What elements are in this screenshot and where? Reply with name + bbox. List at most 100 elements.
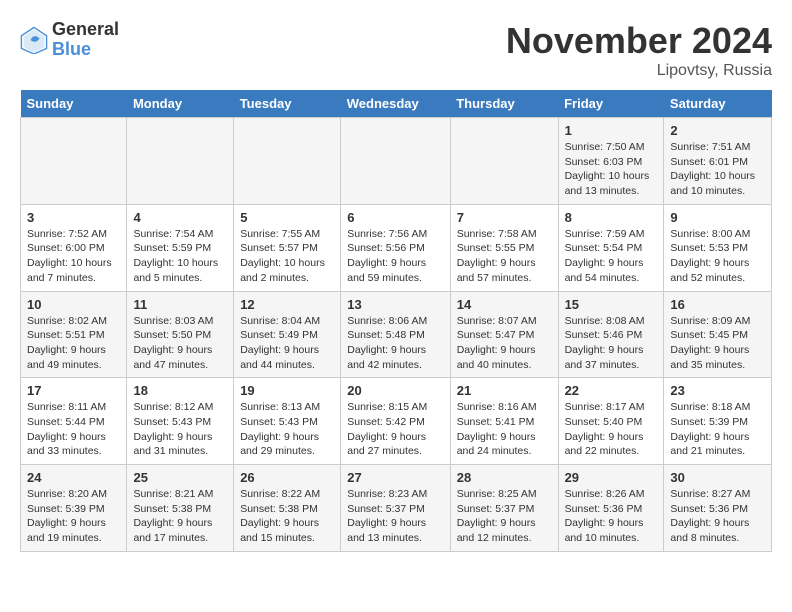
- day-info: Sunrise: 8:23 AMSunset: 5:37 PMDaylight:…: [347, 487, 443, 546]
- calendar-cell: 17 Sunrise: 8:11 AMSunset: 5:44 PMDayligh…: [21, 378, 127, 465]
- header-tuesday: Tuesday: [234, 90, 341, 118]
- calendar-cell: 16Sunrise: 8:09 AMSunset: 5:45 PMDayligh…: [664, 291, 772, 378]
- day-info: Sunrise: 8:21 AMSunset: 5:38 PMDaylight:…: [133, 487, 227, 546]
- calendar-cell: [450, 118, 558, 205]
- day-info: Sunrise: 8:22 AMSunset: 5:38 PMDaylight:…: [240, 487, 334, 546]
- day-info: Sunrise: 8:04 AMSunset: 5:49 PMDaylight:…: [240, 314, 334, 373]
- header-sunday: Sunday: [21, 90, 127, 118]
- calendar-cell: 11 Sunrise: 8:03 AMSunset: 5:50 PMDayligh…: [127, 291, 234, 378]
- day-info: Sunrise: 7:50 AMSunset: 6:03 PMDaylight:…: [565, 140, 658, 199]
- day-info: Sunrise: 7:55 AMSunset: 5:57 PMDaylight:…: [240, 227, 334, 286]
- calendar-cell: 19Sunrise: 8:13 AMSunset: 5:43 PMDayligh…: [234, 378, 341, 465]
- day-info: Sunrise: 7:59 AMSunset: 5:54 PMDaylight:…: [565, 227, 658, 286]
- week-row-1: 1Sunrise: 7:50 AMSunset: 6:03 PMDaylight…: [21, 118, 772, 205]
- day-info: Sunrise: 8:26 AMSunset: 5:36 PMDaylight:…: [565, 487, 658, 546]
- logo-text: General Blue: [52, 20, 119, 60]
- day-number: 28: [457, 470, 552, 485]
- day-info: Sunrise: 7:52 AMSunset: 6:00 PMDaylight:…: [27, 227, 120, 286]
- day-number: 23: [670, 383, 765, 398]
- calendar-header-row: SundayMondayTuesdayWednesdayThursdayFrid…: [21, 90, 772, 118]
- day-number: 30: [670, 470, 765, 485]
- title-block: November 2024 Lipovtsy, Russia: [506, 20, 772, 80]
- calendar-cell: 23 Sunrise: 8:18 AMSunset: 5:39 PMDayligh…: [664, 378, 772, 465]
- header-saturday: Saturday: [664, 90, 772, 118]
- calendar-cell: 21 Sunrise: 8:16 AMSunset: 5:41 PMDayligh…: [450, 378, 558, 465]
- calendar-cell: 30Sunrise: 8:27 AMSunset: 5:36 PMDayligh…: [664, 465, 772, 552]
- day-number: 20: [347, 383, 443, 398]
- day-info: Sunrise: 7:51 AMSunset: 6:01 PMDaylight:…: [670, 140, 765, 199]
- day-number: 8: [565, 210, 658, 225]
- day-info: Sunrise: 7:54 AMSunset: 5:59 PMDaylight:…: [133, 227, 227, 286]
- logo-line1: General: [52, 20, 119, 40]
- week-row-3: 10 Sunrise: 8:02 AMSunset: 5:51 PMDayligh…: [21, 291, 772, 378]
- calendar-cell: 13Sunrise: 8:06 AMSunset: 5:48 PMDayligh…: [341, 291, 450, 378]
- day-info: Sunrise: 8:03 AMSunset: 5:50 PMDaylight:…: [133, 314, 227, 373]
- day-number: 25: [133, 470, 227, 485]
- calendar-cell: 26 Sunrise: 8:22 AMSunset: 5:38 PMDayligh…: [234, 465, 341, 552]
- calendar-cell: 6Sunrise: 7:56 AMSunset: 5:56 PMDaylight…: [341, 204, 450, 291]
- logo-icon: [20, 26, 48, 54]
- day-info: Sunrise: 8:16 AMSunset: 5:41 PMDaylight:…: [457, 400, 552, 459]
- day-info: Sunrise: 7:56 AMSunset: 5:56 PMDaylight:…: [347, 227, 443, 286]
- day-info: Sunrise: 8:17 AMSunset: 5:40 PMDaylight:…: [565, 400, 658, 459]
- week-row-5: 24 Sunrise: 8:20 AMSunset: 5:39 PMDayligh…: [21, 465, 772, 552]
- calendar-cell: 3 Sunrise: 7:52 AMSunset: 6:00 PMDaylight…: [21, 204, 127, 291]
- day-number: 27: [347, 470, 443, 485]
- day-number: 13: [347, 297, 443, 312]
- logo: General Blue: [20, 20, 119, 60]
- day-number: 5: [240, 210, 334, 225]
- day-number: 22: [565, 383, 658, 398]
- header-friday: Friday: [558, 90, 664, 118]
- month-title: November 2024: [506, 20, 772, 62]
- calendar-cell: 22 Sunrise: 8:17 AMSunset: 5:40 PMDayligh…: [558, 378, 664, 465]
- day-number: 18: [133, 383, 227, 398]
- day-number: 29: [565, 470, 658, 485]
- day-number: 17: [27, 383, 120, 398]
- day-info: Sunrise: 8:25 AMSunset: 5:37 PMDaylight:…: [457, 487, 552, 546]
- calendar-cell: [21, 118, 127, 205]
- day-number: 7: [457, 210, 552, 225]
- day-info: Sunrise: 8:08 AMSunset: 5:46 PMDaylight:…: [565, 314, 658, 373]
- calendar-cell: 25 Sunrise: 8:21 AMSunset: 5:38 PMDayligh…: [127, 465, 234, 552]
- calendar-cell: 1Sunrise: 7:50 AMSunset: 6:03 PMDaylight…: [558, 118, 664, 205]
- week-row-4: 17 Sunrise: 8:11 AMSunset: 5:44 PMDayligh…: [21, 378, 772, 465]
- calendar-cell: 24 Sunrise: 8:20 AMSunset: 5:39 PMDayligh…: [21, 465, 127, 552]
- day-number: 3: [27, 210, 120, 225]
- day-info: Sunrise: 8:07 AMSunset: 5:47 PMDaylight:…: [457, 314, 552, 373]
- calendar-cell: [234, 118, 341, 205]
- day-info: Sunrise: 8:11 AMSunset: 5:44 PMDaylight:…: [27, 400, 120, 459]
- calendar-cell: 29 Sunrise: 8:26 AMSunset: 5:36 PMDayligh…: [558, 465, 664, 552]
- day-number: 11: [133, 297, 227, 312]
- header-thursday: Thursday: [450, 90, 558, 118]
- calendar-cell: 15Sunrise: 8:08 AMSunset: 5:46 PMDayligh…: [558, 291, 664, 378]
- day-number: 21: [457, 383, 552, 398]
- calendar-cell: [341, 118, 450, 205]
- header-wednesday: Wednesday: [341, 90, 450, 118]
- calendar-cell: 20Sunrise: 8:15 AMSunset: 5:42 PMDayligh…: [341, 378, 450, 465]
- calendar-cell: 2 Sunrise: 7:51 AMSunset: 6:01 PMDaylight…: [664, 118, 772, 205]
- calendar-cell: 4 Sunrise: 7:54 AMSunset: 5:59 PMDaylight…: [127, 204, 234, 291]
- calendar-cell: 9Sunrise: 8:00 AMSunset: 5:53 PMDaylight…: [664, 204, 772, 291]
- calendar-cell: 8 Sunrise: 7:59 AMSunset: 5:54 PMDaylight…: [558, 204, 664, 291]
- page-header: General Blue November 2024 Lipovtsy, Rus…: [20, 20, 772, 80]
- calendar-cell: 7 Sunrise: 7:58 AMSunset: 5:55 PMDaylight…: [450, 204, 558, 291]
- calendar-cell: 12 Sunrise: 8:04 AMSunset: 5:49 PMDayligh…: [234, 291, 341, 378]
- day-info: Sunrise: 8:02 AMSunset: 5:51 PMDaylight:…: [27, 314, 120, 373]
- day-info: Sunrise: 8:12 AMSunset: 5:43 PMDaylight:…: [133, 400, 227, 459]
- day-number: 24: [27, 470, 120, 485]
- day-number: 12: [240, 297, 334, 312]
- day-number: 19: [240, 383, 334, 398]
- calendar-cell: 18 Sunrise: 8:12 AMSunset: 5:43 PMDayligh…: [127, 378, 234, 465]
- day-number: 10: [27, 297, 120, 312]
- day-number: 4: [133, 210, 227, 225]
- calendar-cell: 5 Sunrise: 7:55 AMSunset: 5:57 PMDaylight…: [234, 204, 341, 291]
- day-number: 26: [240, 470, 334, 485]
- calendar-cell: 14 Sunrise: 8:07 AMSunset: 5:47 PMDayligh…: [450, 291, 558, 378]
- day-number: 14: [457, 297, 552, 312]
- logo-line2: Blue: [52, 40, 119, 60]
- day-info: Sunrise: 7:58 AMSunset: 5:55 PMDaylight:…: [457, 227, 552, 286]
- day-number: 2: [670, 123, 765, 138]
- day-info: Sunrise: 8:18 AMSunset: 5:39 PMDaylight:…: [670, 400, 765, 459]
- day-info: Sunrise: 8:20 AMSunset: 5:39 PMDaylight:…: [27, 487, 120, 546]
- calendar-cell: 10 Sunrise: 8:02 AMSunset: 5:51 PMDayligh…: [21, 291, 127, 378]
